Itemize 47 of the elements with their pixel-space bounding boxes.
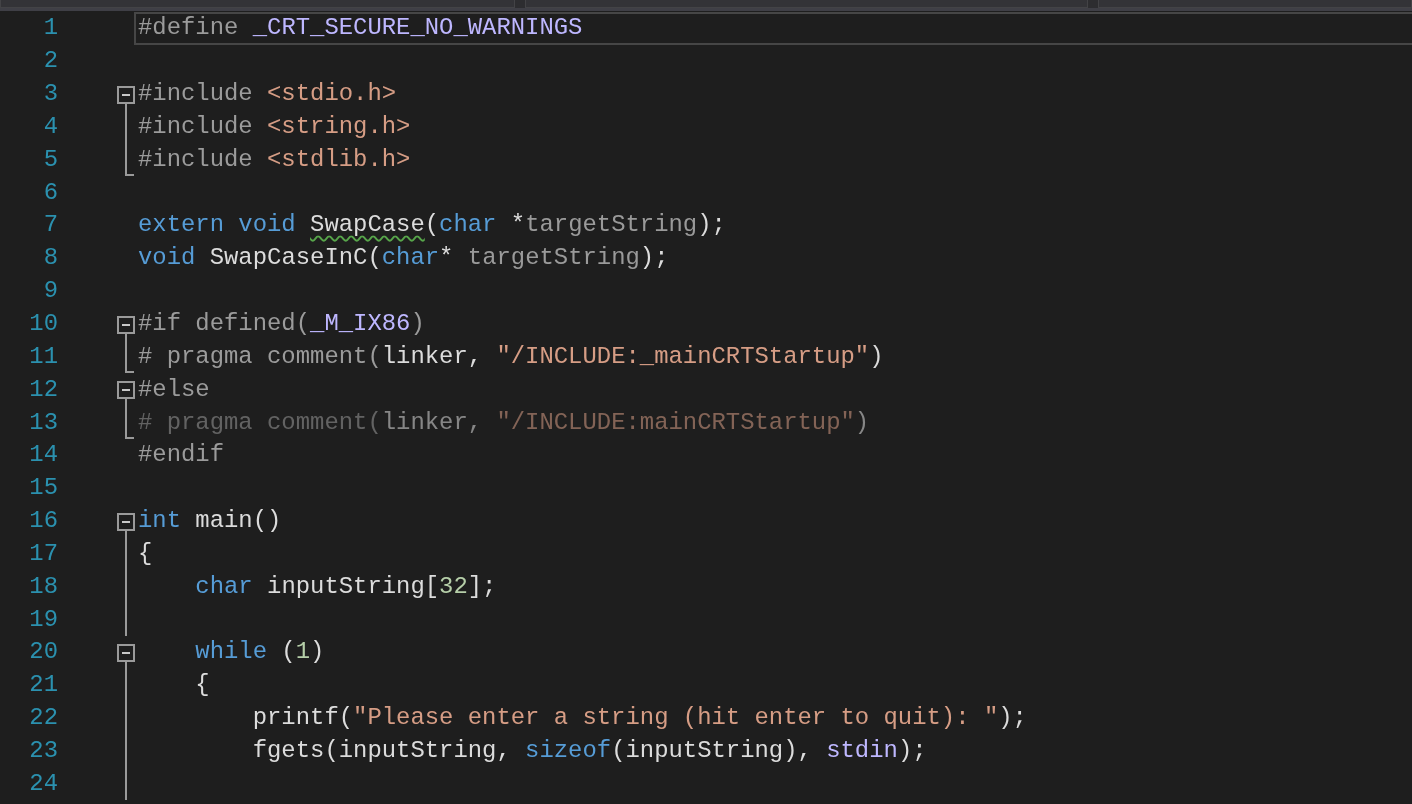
line-number: 5 (43, 145, 58, 174)
line-number: 16 (29, 507, 58, 536)
code-line: int main() (138, 507, 282, 536)
collapse-icon[interactable] (117, 512, 135, 531)
collapse-icon[interactable] (117, 85, 135, 104)
code-line: #else (138, 375, 210, 404)
line-number: 20 (29, 638, 58, 667)
code-line: #include <string.h> (138, 112, 411, 141)
code-line: printf("Please enter a string (hit enter to quit): "); (251, 704, 1027, 733)
collapse-icon[interactable] (117, 315, 135, 334)
code-line: { (194, 671, 210, 700)
code-line: { (138, 539, 153, 568)
line-number: 12 (29, 375, 58, 404)
collapse-icon[interactable] (117, 644, 135, 663)
line-number: 24 (29, 769, 58, 798)
line-number: 17 (29, 539, 58, 568)
code-line: #define _CRT_SECURE_NO_WARNINGS (138, 14, 583, 43)
line-number: 11 (29, 342, 58, 371)
code-line: #endif (138, 441, 225, 470)
line-number: 22 (29, 704, 58, 733)
line-number: 1 (43, 14, 58, 43)
line-number: 18 (29, 572, 58, 601)
line-number: 2 (43, 47, 58, 76)
inactive-code-line: # pragma comment(linker, "/INCLUDE:mainCRTStartup") (138, 408, 870, 437)
line-number: 10 (29, 310, 58, 338)
line-number: 4 (43, 112, 58, 141)
code-line: #include <stdlib.h> (138, 145, 411, 174)
line-number: 6 (43, 178, 58, 207)
collapse-icon[interactable] (117, 381, 135, 400)
code-line: void SwapCaseInC(char* targetString); (138, 244, 669, 273)
line-number: 13 (29, 408, 58, 437)
line-number: 14 (29, 441, 58, 470)
code-line: while (1) (194, 638, 325, 667)
code-line: # pragma comment(linker, "/INCLUDE:_mainCRTStartup") (138, 342, 884, 371)
line-number: 19 (29, 605, 58, 634)
line-number: 3 (43, 80, 58, 109)
line-number: 8 (43, 244, 58, 273)
line-number: 21 (29, 671, 58, 700)
line-number: 15 (29, 474, 58, 503)
code-line: char inputString[32]; (194, 572, 497, 601)
line-number: 7 (43, 211, 58, 240)
line-number: 23 (29, 737, 58, 765)
code-line: #include <stdio.h> (138, 80, 397, 109)
line-number: 9 (43, 277, 58, 306)
code-line: fgets(inputString, sizeof(inputString), stdin); (251, 737, 927, 765)
code-line: #if defined(_M_IX86) (138, 310, 425, 338)
code-line: extern void SwapCase(char *targetString); (138, 211, 726, 240)
